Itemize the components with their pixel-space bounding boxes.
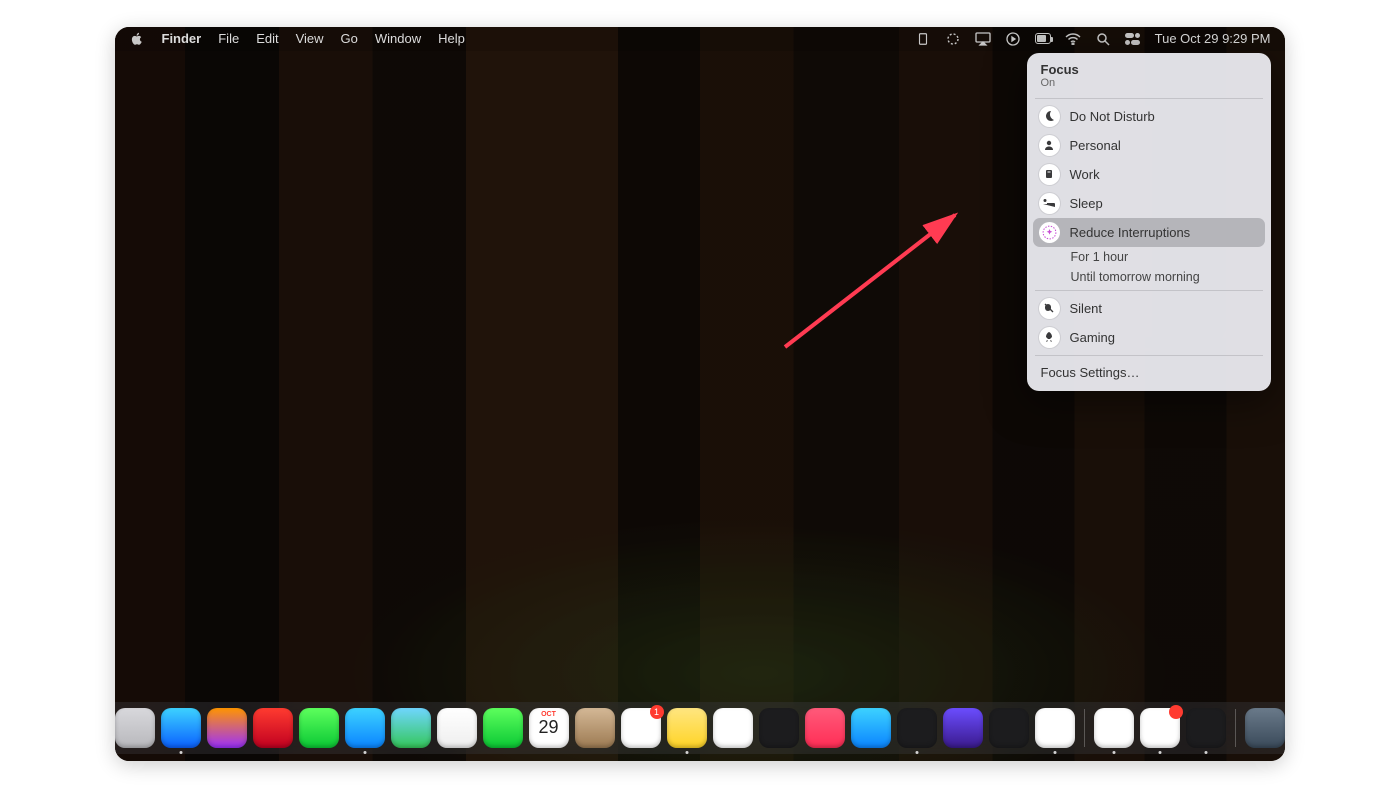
dock-app-obsidian[interactable] [943, 708, 983, 748]
dock-app-firefox[interactable] [207, 708, 247, 748]
wifi-icon[interactable] [1065, 31, 1081, 47]
focus-settings-link[interactable]: Focus Settings… [1033, 359, 1265, 386]
focus-mode-work[interactable]: Work [1033, 160, 1265, 189]
macos-desktop: Finder File Edit View Go Window Help Tue… [115, 27, 1285, 761]
active-app-name[interactable]: Finder [162, 31, 202, 46]
dock-divider [1084, 709, 1085, 747]
dock-app-downloads[interactable] [1245, 708, 1285, 748]
dock-app-launchpad[interactable] [115, 708, 155, 748]
dock-app-opera[interactable] [253, 708, 293, 748]
dock-app-messages[interactable] [299, 708, 339, 748]
menu-window[interactable]: Window [375, 31, 421, 46]
dock-app-appstore[interactable] [851, 708, 891, 748]
dock-app-slack[interactable] [1140, 708, 1180, 748]
battery-icon[interactable] [1035, 31, 1051, 47]
dock-app-notion[interactable] [1035, 708, 1075, 748]
focus-mode-label: Sleep [1070, 196, 1103, 211]
focus-dropdown-panel: Focus On Do Not Disturb Personal Work Sl… [1027, 53, 1271, 391]
menubar: Finder File Edit View Go Window Help Tue… [115, 27, 1285, 51]
dock-app-photos[interactable] [437, 708, 477, 748]
dock-app-mail[interactable] [345, 708, 385, 748]
focus-suboption-tomorrow[interactable]: Until tomorrow morning [1033, 267, 1265, 287]
focus-mode-reduce-interruptions[interactable]: Reduce Interruptions [1033, 218, 1265, 247]
dock-app-notes[interactable] [667, 708, 707, 748]
focus-mode-gaming[interactable]: Gaming [1033, 323, 1265, 352]
spotlight-icon[interactable] [1095, 31, 1111, 47]
focus-panel-title: Focus [1041, 62, 1257, 77]
focus-mode-label: Silent [1070, 301, 1103, 316]
work-icon [1039, 164, 1060, 185]
focus-suboption-1hour[interactable]: For 1 hour [1033, 247, 1265, 267]
dock-divider [1235, 709, 1236, 747]
menu-help[interactable]: Help [438, 31, 465, 46]
mute-icon [1039, 298, 1060, 319]
menu-file[interactable]: File [218, 31, 239, 46]
focus-panel-status: On [1041, 77, 1257, 89]
sparkle-icon [1039, 222, 1060, 243]
focus-mode-label: Work [1070, 167, 1100, 182]
apple-logo-icon[interactable] [129, 31, 145, 47]
focus-mode-label: Reduce Interruptions [1070, 225, 1191, 240]
dock-app-tv[interactable] [759, 708, 799, 748]
dock-app-chrome[interactable] [1094, 708, 1134, 748]
dock-app-figma[interactable] [1186, 708, 1226, 748]
control-center-icon[interactable] [1125, 31, 1141, 47]
focus-mode-label: Gaming [1070, 330, 1116, 345]
dock-app-terminal[interactable] [897, 708, 937, 748]
dock-app-safari[interactable] [161, 708, 201, 748]
focus-menubar-icon[interactable] [945, 31, 961, 47]
menu-edit[interactable]: Edit [256, 31, 278, 46]
dock-app-music[interactable] [805, 708, 845, 748]
menubar-extra-icon[interactable] [915, 31, 931, 47]
menu-view[interactable]: View [296, 31, 324, 46]
moon-icon [1039, 106, 1060, 127]
focus-mode-label: Personal [1070, 138, 1121, 153]
focus-mode-silent[interactable]: Silent [1033, 294, 1265, 323]
menu-go[interactable]: Go [341, 31, 358, 46]
dock-app-calendar[interactable]: OCT29 [529, 708, 569, 748]
now-playing-icon[interactable] [1005, 31, 1021, 47]
dock-app-iphone-mirror[interactable] [989, 708, 1029, 748]
person-icon [1039, 135, 1060, 156]
focus-mode-personal[interactable]: Personal [1033, 131, 1265, 160]
dock-app-maps[interactable] [391, 708, 431, 748]
bed-icon [1039, 193, 1060, 214]
dock: OCT29 1 [115, 702, 1285, 754]
focus-mode-do-not-disturb[interactable]: Do Not Disturb [1033, 102, 1265, 131]
dock-app-reminders[interactable]: 1 [621, 708, 661, 748]
rocket-icon [1039, 327, 1060, 348]
dock-app-freeform[interactable] [713, 708, 753, 748]
screen-mirror-icon[interactable] [975, 31, 991, 47]
focus-mode-sleep[interactable]: Sleep [1033, 189, 1265, 218]
menubar-datetime[interactable]: Tue Oct 29 9:29 PM [1155, 31, 1271, 46]
dock-app-facetime[interactable] [483, 708, 523, 748]
dock-app-contacts[interactable] [575, 708, 615, 748]
focus-mode-label: Do Not Disturb [1070, 109, 1155, 124]
